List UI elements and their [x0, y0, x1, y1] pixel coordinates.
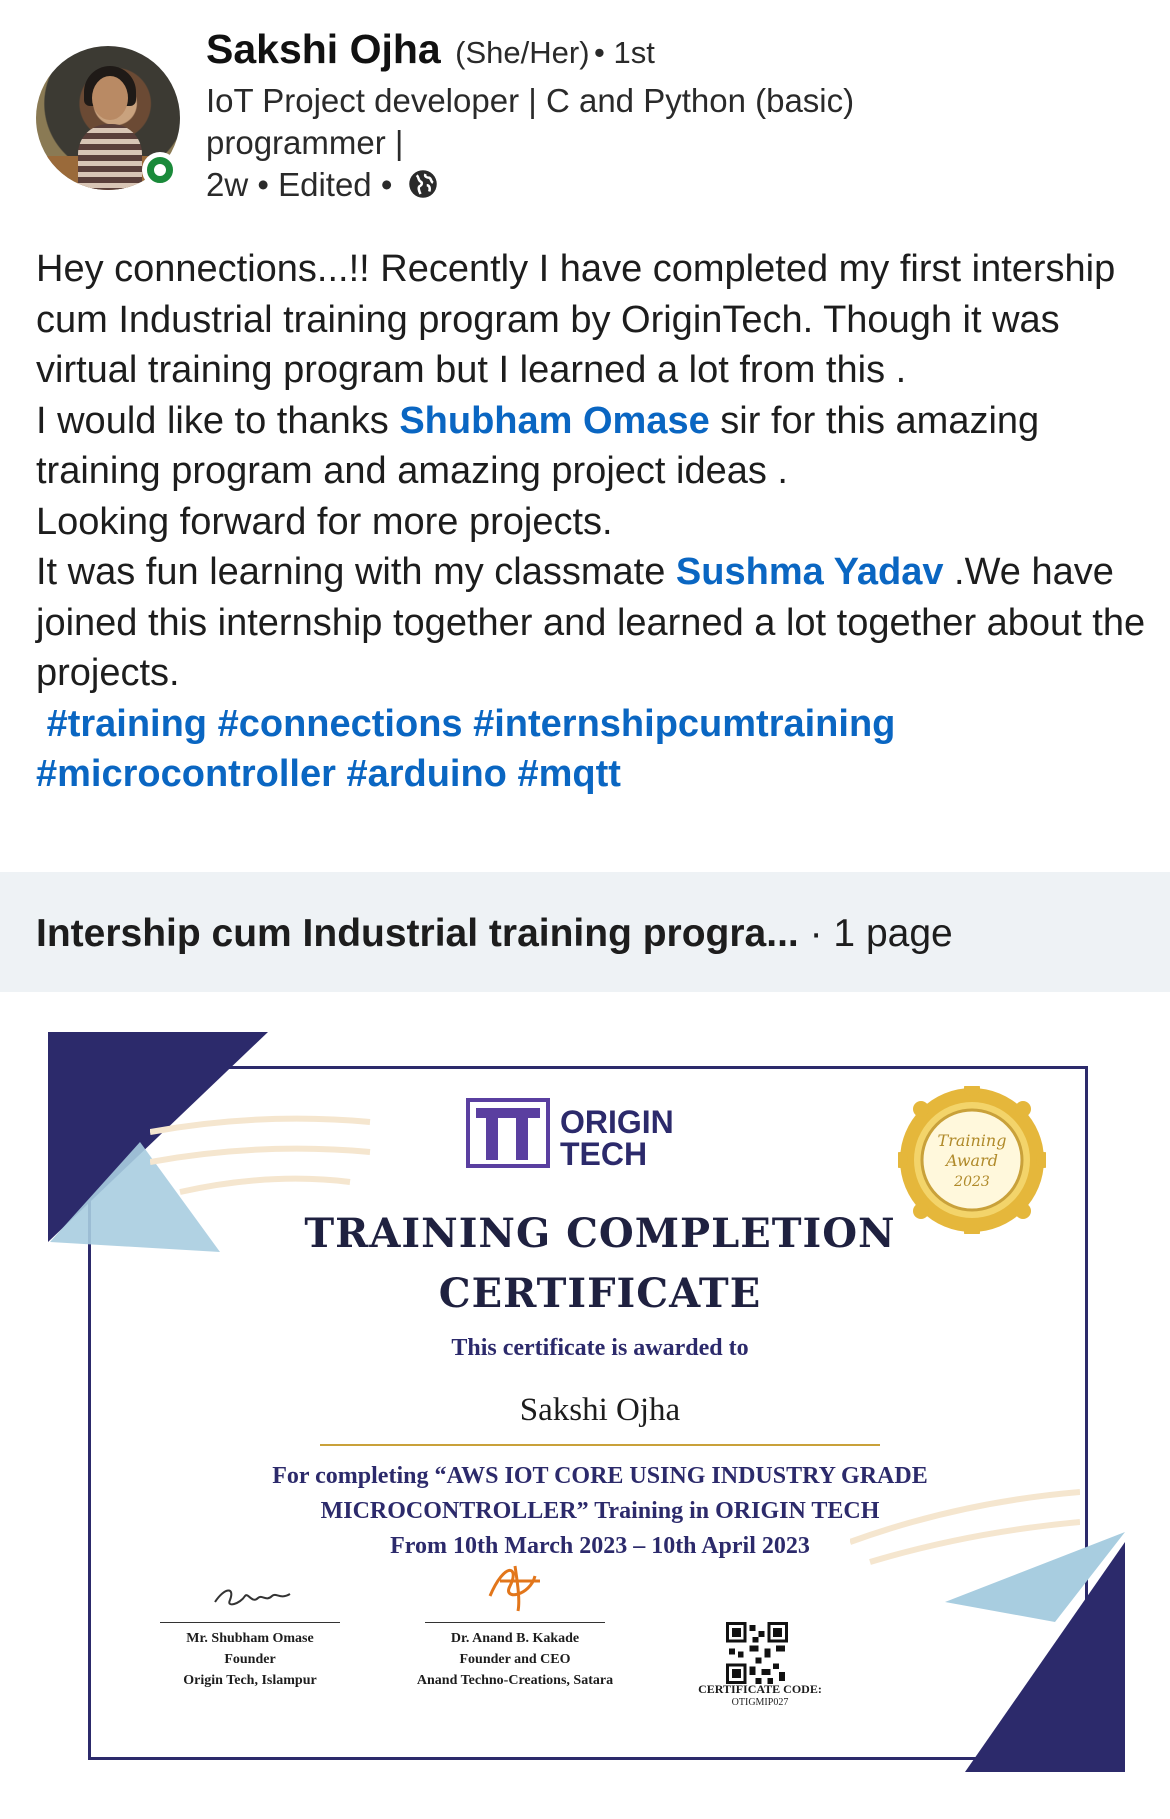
hashtag[interactable]: #mqtt	[517, 753, 620, 795]
post-time: 2w	[206, 166, 249, 203]
hashtag[interactable]: #microcontroller	[36, 753, 336, 795]
author-name[interactable]: Sakshi Ojha	[206, 26, 441, 72]
globe-icon	[408, 170, 437, 199]
signature-2-image	[488, 1565, 540, 1612]
recipient-name: Sakshi Ojha	[519, 1392, 681, 1428]
logo-text: ORIGIN TECH	[560, 1104, 674, 1172]
hashtag[interactable]: #connections	[218, 703, 463, 745]
signature-line	[425, 1622, 605, 1623]
signatory-2: Dr. Anand B. Kakade Founder and CEO Anan…	[416, 1631, 614, 1688]
post-body: Hey connections...!! Recently I have com…	[36, 244, 1146, 800]
hashtag-list: #training #connections #internshipcumtra…	[36, 699, 1146, 800]
document-title: Intership cum Industrial training progra…	[36, 912, 953, 955]
certificate-code: CERTIFICATE CODE: OTIGMIP027	[698, 1682, 822, 1708]
connection-degree: • 1st	[594, 35, 655, 70]
decorative-swoosh	[150, 1115, 371, 1195]
signatory-1: Mr. Shubham Omase Founder Origin Tech, I…	[183, 1631, 317, 1688]
online-status-icon	[142, 152, 178, 188]
post-paragraph: I would like to thanks Shubham Omase sir…	[36, 399, 1040, 493]
document-page-count: · 1 page	[809, 912, 953, 955]
post-meta: 2w • Edited •	[206, 166, 438, 204]
post-paragraph: Looking forward for more projects.	[36, 500, 613, 543]
seal-text: Training	[938, 1131, 1007, 1150]
post-paragraph: It was fun learning with my classmate Su…	[36, 551, 1146, 694]
document-title-bar[interactable]: Intership cum Industrial training progra…	[0, 872, 1170, 992]
qr-code-icon	[726, 1622, 788, 1684]
recipient-underline	[320, 1444, 880, 1446]
certificate-preview[interactable]: ORIGIN TECH Training Award 2023 TRAINING…	[0, 992, 1170, 1819]
author-headline: IoT Project developer | C and Python (ba…	[206, 82, 855, 161]
author-name-line: Sakshi Ojha (She/Her) • 1st	[206, 26, 655, 73]
signature-1-image	[214, 1589, 291, 1606]
hashtag[interactable]: #arduino	[346, 753, 506, 795]
mention-sushma-yadav[interactable]: Sushma Yadav	[676, 551, 944, 593]
seal-text: 2023	[953, 1174, 990, 1190]
mention-shubham-omase[interactable]: Shubham Omase	[399, 400, 709, 442]
certificate-title: TRAINING COMPLETION CERTIFICATE	[304, 1210, 896, 1317]
signature-line	[160, 1622, 340, 1623]
hashtag[interactable]: #internshipcumtraining	[473, 703, 895, 745]
author-pronouns: (She/Her)	[455, 35, 590, 70]
post-header: Sakshi Ojha (She/Her) • 1st IoT Project …	[0, 0, 1170, 220]
seal-text: Award	[944, 1151, 998, 1170]
hashtag[interactable]: #training	[47, 703, 207, 745]
awarded-to-text: This certificate is awarded to	[451, 1335, 749, 1361]
post-edited: • Edited •	[257, 166, 393, 203]
course-description: For completing “AWS IOT CORE USING INDUS…	[272, 1463, 928, 1559]
post-paragraph: Hey connections...!! Recently I have com…	[36, 248, 1116, 391]
